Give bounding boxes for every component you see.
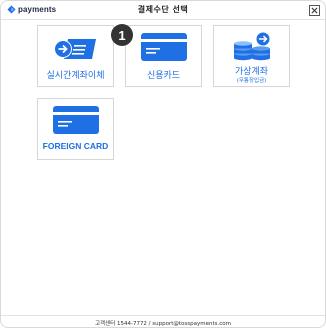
payment-method-dialog: payments 결제수단 선택 실시간계좌이체 신용카드 가상계좌 (무통장입… (0, 0, 326, 328)
foreign-card-icon (53, 106, 99, 134)
close-button[interactable] (309, 5, 320, 16)
payment-option-virtual-account[interactable]: 가상계좌 (무통장입금) (213, 25, 290, 87)
virtual-account-sublabel: (무통장입금) (236, 78, 267, 84)
bank-transfer-icon (54, 39, 96, 59)
credit-card-label: 신용카드 (146, 71, 181, 81)
payment-option-foreign-card[interactable]: FOREIGN CARD (37, 98, 114, 160)
dialog-title: 결제수단 선택 (137, 5, 189, 14)
foreign-card-label: FOREIGN CARD (42, 141, 109, 151)
bank-transfer-label: 실시간계좌이체 (46, 71, 105, 81)
dialog-header: payments 결제수단 선택 (1, 1, 325, 20)
close-icon (311, 7, 318, 14)
coins-stack-icon (234, 31, 271, 61)
customer-center-footer: 고객센터 1544-7772 / support@tosspayments.co… (1, 315, 325, 327)
payment-option-bank-transfer[interactable]: 실시간계좌이체 (37, 25, 114, 87)
payment-option-credit-card[interactable]: 신용카드 (125, 25, 202, 87)
step-badge: 1 (111, 24, 133, 46)
credit-card-icon (141, 33, 187, 61)
